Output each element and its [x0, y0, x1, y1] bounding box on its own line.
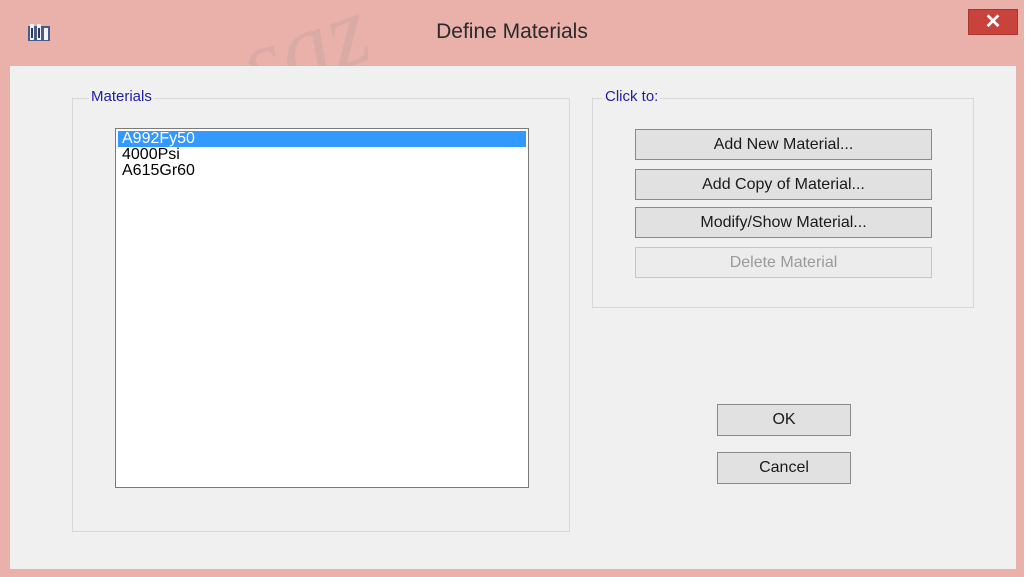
dialog-body: Materials A992Fy50 4000Psi A615Gr60 Clic…	[10, 66, 1016, 569]
define-materials-window: Define Materials ✕ saz Materials A992Fy5…	[0, 0, 1024, 577]
materials-group-label: Materials	[89, 88, 154, 105]
close-button[interactable]: ✕	[968, 9, 1018, 35]
list-item[interactable]: 4000Psi	[118, 147, 526, 163]
materials-listbox[interactable]: A992Fy50 4000Psi A615Gr60	[115, 128, 529, 488]
list-item[interactable]: A615Gr60	[118, 163, 526, 179]
ok-button[interactable]: OK	[717, 404, 851, 436]
click-to-group-label: Click to:	[603, 88, 661, 105]
cancel-button[interactable]: Cancel	[717, 452, 851, 484]
modify-show-material-button[interactable]: Modify/Show Material...	[635, 207, 932, 238]
delete-material-button: Delete Material	[635, 247, 932, 278]
window-title: Define Materials	[436, 20, 588, 43]
add-copy-material-button[interactable]: Add Copy of Material...	[635, 169, 932, 200]
title-bar[interactable]: Define Materials ✕	[0, 0, 1024, 66]
add-new-material-button[interactable]: Add New Material...	[635, 129, 932, 160]
list-item[interactable]: A992Fy50	[118, 131, 526, 147]
